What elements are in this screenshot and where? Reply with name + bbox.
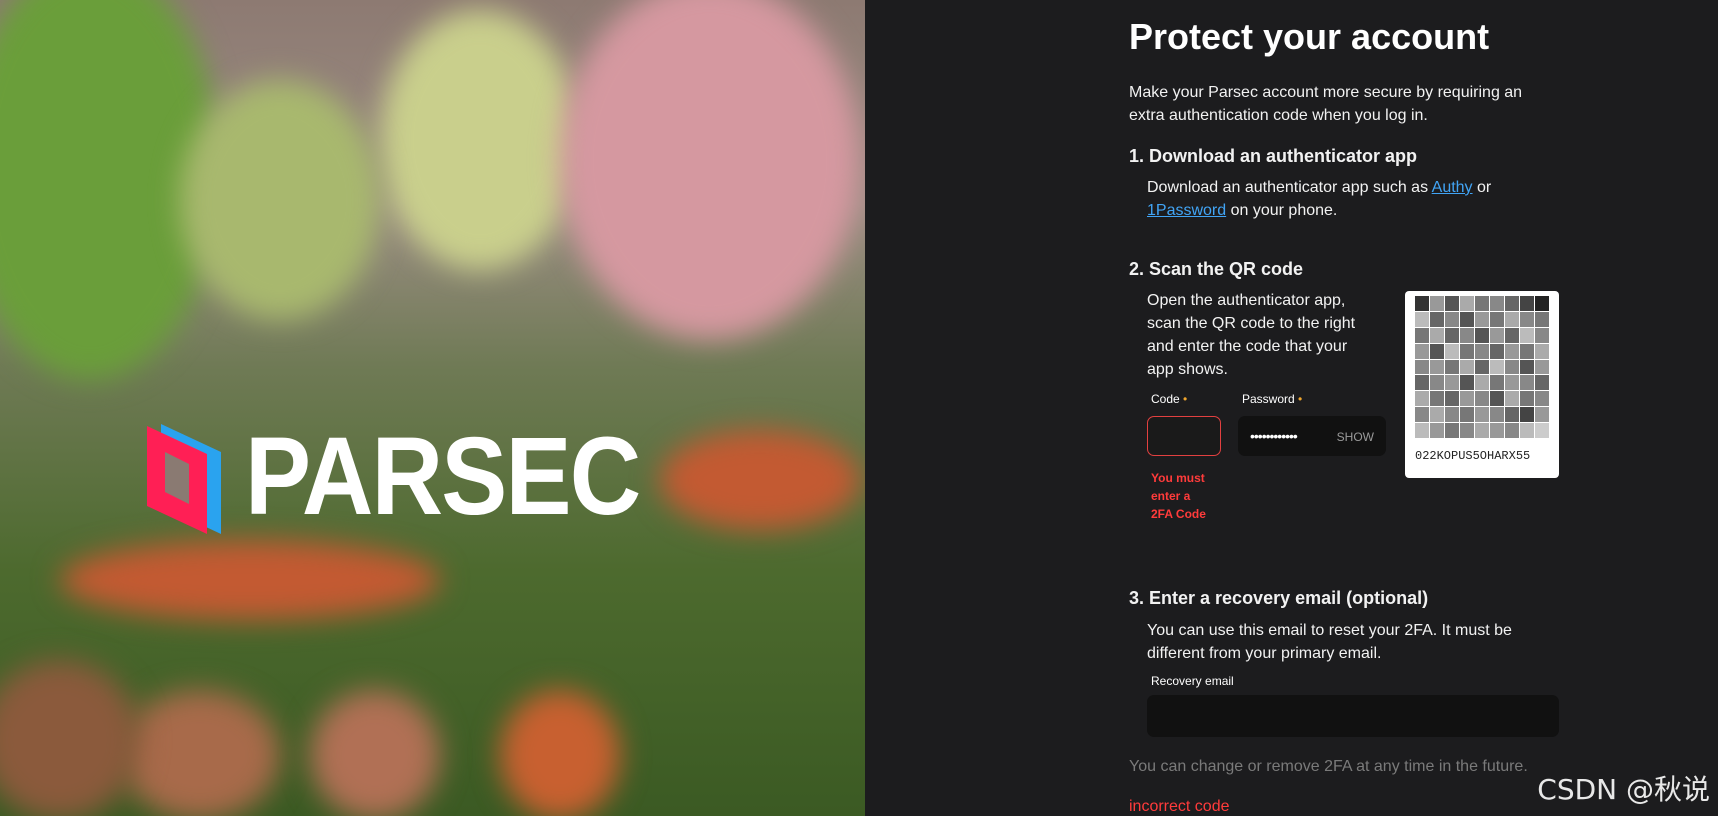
footnote-text: You can change or remove 2FA at any time… (1129, 758, 1528, 775)
qr-code-image (1415, 296, 1549, 438)
password-label: Password • (1242, 392, 1303, 406)
show-password-button[interactable]: SHOW (1337, 430, 1374, 444)
parsec-logo: PARSEC (143, 418, 683, 536)
step-3-text: You can use this email to reset your 2FA… (1147, 622, 1512, 662)
step-1-heading: 1. Download an authenticator app (1129, 146, 1418, 166)
recovery-email-label: Recovery email (1151, 674, 1234, 688)
page-title: Protect your account (1129, 16, 1490, 57)
qr-code: 022KOPUS5OHARX55 (1405, 291, 1559, 478)
code-input[interactable] (1147, 416, 1221, 456)
password-value: •••••••••••• (1250, 428, 1298, 444)
watermark: CSDN @秋说 (1537, 773, 1710, 806)
qr-secret-text: 022KOPUS5OHARX55 (1415, 449, 1531, 463)
password-input[interactable]: •••••••••••• SHOW (1238, 416, 1386, 456)
step-1-text: Download an authenticator app such as Au… (1147, 179, 1492, 219)
intro-text: Make your Parsec account more secure by … (1129, 84, 1523, 124)
code-label: Code • (1151, 392, 1188, 406)
code-error: You must enter a 2FA Code (1151, 471, 1206, 521)
parsec-logo-icon (143, 418, 223, 536)
required-mark: • (1183, 392, 1188, 406)
step-2-heading: 2. Scan the QR code (1129, 259, 1304, 279)
required-mark: • (1298, 392, 1303, 406)
1password-link[interactable]: 1Password (1147, 202, 1226, 219)
parsec-wordmark: PARSEC (245, 415, 641, 538)
step-3-heading: 3. Enter a recovery email (optional) (1129, 588, 1429, 608)
authy-link[interactable]: Authy (1432, 179, 1473, 196)
recovery-email-input[interactable] (1147, 695, 1559, 737)
step-2-text: Open the authenticator app, scan the QR … (1147, 292, 1356, 378)
error-message: incorrect code (1129, 798, 1230, 815)
hero-image: PARSEC (0, 0, 865, 816)
